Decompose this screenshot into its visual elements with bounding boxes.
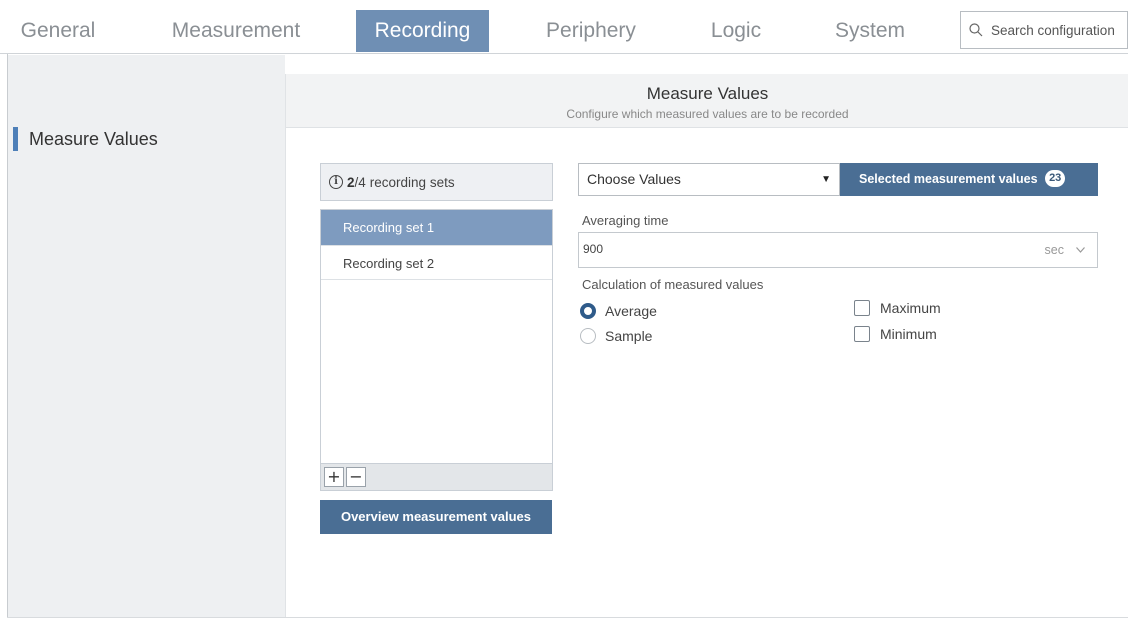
content-header: Measure Values Configure which measured … [286, 74, 1128, 128]
checkbox-minimum-label: Minimum [880, 326, 937, 342]
recording-set-list: Recording set 1 Recording set 2 + − [320, 209, 553, 491]
recording-set-count: i 2/4 recording sets [320, 163, 553, 201]
averaging-time-field[interactable]: sec [578, 232, 1098, 268]
averaging-time-label: Averaging time [582, 213, 669, 228]
choose-values-dropdown[interactable]: Choose Values ▼ [578, 163, 840, 196]
choose-values-label: Choose Values [587, 171, 681, 187]
radio-average[interactable]: Average [580, 303, 657, 319]
page-title: Measure Values [646, 84, 769, 103]
radio-average-label: Average [605, 303, 657, 319]
averaging-time-input[interactable] [583, 242, 983, 256]
tab-recording[interactable]: Recording [356, 10, 489, 52]
tab-system[interactable]: System [822, 10, 918, 52]
search-icon [969, 23, 983, 37]
radio-checked-icon [580, 303, 596, 319]
list-item-recording-set-2[interactable]: Recording set 2 [321, 245, 552, 280]
dropdown-triangle-icon: ▼ [821, 174, 831, 185]
top-navigation: General Measurement Recording Periphery … [0, 0, 1128, 54]
unit-label: sec [1044, 243, 1064, 257]
total-count: /4 [354, 174, 366, 190]
recording-sets-label: recording sets [369, 174, 455, 190]
info-icon: i [329, 175, 343, 189]
remove-recording-set-button[interactable]: − [346, 467, 366, 487]
search-input[interactable] [991, 22, 1121, 38]
tab-measurement[interactable]: Measurement [156, 10, 316, 52]
radio-sample-label: Sample [605, 328, 653, 344]
selected-count-badge: 23 [1045, 170, 1066, 188]
content-panel: Measure Values Configure which measured … [285, 74, 1128, 618]
selected-measurement-values-button[interactable]: Selected measurement values 23 [840, 163, 1098, 196]
add-recording-set-button[interactable]: + [324, 467, 344, 487]
sidebar: Measure Values [8, 55, 285, 618]
search-box[interactable] [960, 11, 1128, 49]
used-count: 2 [347, 174, 355, 190]
list-item-recording-set-1[interactable]: Recording set 1 [321, 210, 552, 245]
list-toolbar: + − [321, 463, 552, 490]
checkbox-maximum-label: Maximum [880, 300, 941, 316]
radio-unchecked-icon [580, 328, 596, 344]
chevron-down-icon [1076, 247, 1085, 253]
sidebar-item-label: Measure Values [29, 128, 158, 149]
tab-general[interactable]: General [8, 10, 108, 52]
unit-select[interactable]: sec [1045, 243, 1085, 257]
page-subtitle: Configure which measured values are to b… [566, 107, 849, 121]
checkbox-maximum[interactable]: Maximum [854, 300, 941, 316]
sidebar-item-measure-values[interactable]: Measure Values [13, 127, 158, 151]
tab-periphery[interactable]: Periphery [532, 10, 650, 52]
active-marker [13, 127, 18, 151]
overview-measurement-values-button[interactable]: Overview measurement values [320, 500, 552, 534]
tab-logic[interactable]: Logic [696, 10, 776, 52]
radio-sample[interactable]: Sample [580, 328, 652, 344]
checkbox-unchecked-icon [854, 326, 870, 342]
checkbox-minimum[interactable]: Minimum [854, 326, 937, 342]
calculation-label: Calculation of measured values [582, 277, 764, 292]
selected-button-label: Selected measurement values [859, 172, 1038, 186]
checkbox-unchecked-icon [854, 300, 870, 316]
